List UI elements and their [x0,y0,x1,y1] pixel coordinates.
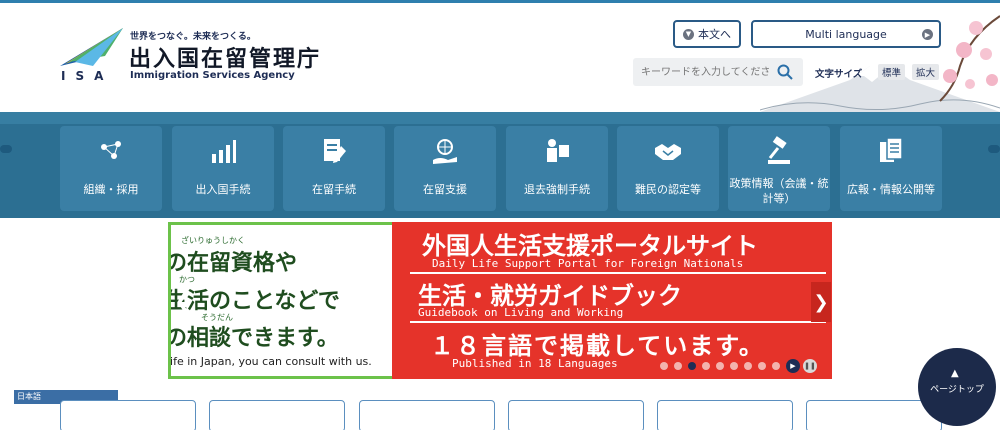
site-search [633,58,803,86]
nav-item-label: 出入国手続 [195,183,251,196]
banner-languages-title-en: Published in 18 Languages [452,357,618,370]
site-header: ISA 世界をつなぐ。未来をつくる。 出入国在留管理庁 Immigration … [0,0,1000,112]
banner-portal-title: 外国人生活支援ポータルサイト [422,232,758,260]
page-top-label: ページトップ [930,385,984,395]
font-size-standard-button[interactable]: 標準 [878,64,906,80]
documents-icon [880,137,903,162]
agency-title-en: Immigration Services Agency [130,70,295,81]
banner-text-line: の在留資格や [168,251,298,276]
chevron-left-icon: ❮ [174,288,192,312]
nav-item-organization[interactable]: 組織・採用 [60,126,162,211]
banner-english-text: life in Japan, you can consult with us. [168,355,372,368]
nav-item-label: 在留支援 [423,183,467,196]
gavel-icon [768,136,790,164]
banner-divider [410,321,826,323]
document-pen-icon [324,139,346,163]
font-size-large-button[interactable]: 拡大 [912,64,940,80]
people-network-icon [101,141,121,159]
nav-item-support[interactable]: 在留支援 [394,126,496,211]
carousel-dot[interactable] [702,362,710,370]
quick-link-card[interactable] [209,400,345,430]
nav-item-immigration[interactable]: 出入国手続 [172,126,274,211]
search-icon[interactable] [776,63,794,81]
chevron-down-icon: ▼ [683,28,694,40]
agency-title: 出入国在留管理庁 [129,47,322,72]
nav-band-decoration-left [0,145,12,153]
carousel-dot[interactable] [730,362,738,370]
carousel-dot[interactable] [772,362,780,370]
agency-logo[interactable]: ISA 世界をつなぐ。未来をつくる。 出入国在留管理庁 Immigration … [55,26,325,88]
banner-carousel[interactable]: ざいりゅうしかく の在留資格や かつ 生活のことなどで そうだん の相談できます… [168,222,832,379]
logo-abbreviation: ISA [61,69,114,83]
chevron-right-icon: ❯ [813,291,829,313]
carousel-dot[interactable] [716,362,724,370]
banner-slide-consultation: ざいりゅうしかく の在留資格や かつ 生活のことなどで そうだん の相談できます… [168,222,392,379]
skip-to-main-button[interactable]: ▼ 本文へ [673,20,741,48]
nav-item-residence[interactable]: 在留手続 [283,126,385,211]
nav-item-label: 政策情報（会議・統計等） [729,177,829,205]
nav-item-label: 組織・採用 [83,183,139,196]
nav-item-label: 難民の認定等 [635,183,701,196]
banner-slide-portal[interactable]: 外国人生活支援ポータルサイト Daily Life Support Portal… [392,222,832,379]
handshake-icon [655,144,681,160]
banner-portal-title-en: Daily Life Support Portal for Foreign Na… [432,257,744,270]
carousel-dot[interactable] [758,362,766,370]
play-icon: ▶ [790,362,796,370]
nav-item-label: 広報・情報公開等 [847,183,935,196]
quick-link-card[interactable] [60,400,196,430]
language-button-label: Multi language [805,27,887,41]
banner-guidebook-title-en: Guidebook on Living and Working [418,306,624,319]
search-input[interactable] [641,62,771,82]
nav-band-decoration-right [988,145,1000,153]
carousel-pause-button[interactable]: ❚❚ [803,359,817,373]
carousel-dot[interactable] [660,362,668,370]
language-button[interactable]: Multi language ▶ [751,20,941,48]
carousel-prev-button[interactable]: ❮ [174,282,192,318]
nav-item-public-relations[interactable]: 広報・情報公開等 [840,126,942,211]
carousel-play-button[interactable]: ▶ [786,359,800,373]
arrow-up-icon: ▲ [951,368,959,379]
carousel-dot[interactable] [674,362,682,370]
cherry-blossom-icon [939,15,1000,102]
quick-link-card[interactable] [508,400,644,430]
carousel-dot[interactable] [744,362,752,370]
skip-to-main-label: 本文へ [698,28,731,41]
carousel-next-button[interactable]: ❯ [811,282,831,322]
quick-link-card[interactable] [657,400,793,430]
banner-text-line: の相談できます。 [168,326,339,351]
nav-item-label: 在留手続 [312,183,356,196]
nav-item-refugee[interactable]: 難民の認定等 [617,126,719,211]
globe-hand-icon [433,139,457,164]
banner-languages-title: １８言語で掲載しています。 [430,332,765,360]
quick-link-card[interactable] [359,400,495,430]
carousel-pagination [660,361,794,371]
banner-text-line: 生活のことなどで [168,289,340,314]
nav-item-policy[interactable]: 政策情報（会議・統計等） [728,126,830,211]
font-size-label: 文字サイズ [815,69,863,80]
officer-icon [547,139,569,162]
page-top-button[interactable]: ▲ ページトップ [918,348,996,426]
nav-item-deportation[interactable]: 退去強制手続 [506,126,608,211]
carousel-dot[interactable] [688,362,696,370]
banner-divider [410,272,826,274]
header-top-line [0,0,1000,3]
nav-item-label: 退去強制手続 [524,183,590,196]
pause-icon: ❚❚ [804,362,816,370]
bar-chart-icon [212,140,236,163]
